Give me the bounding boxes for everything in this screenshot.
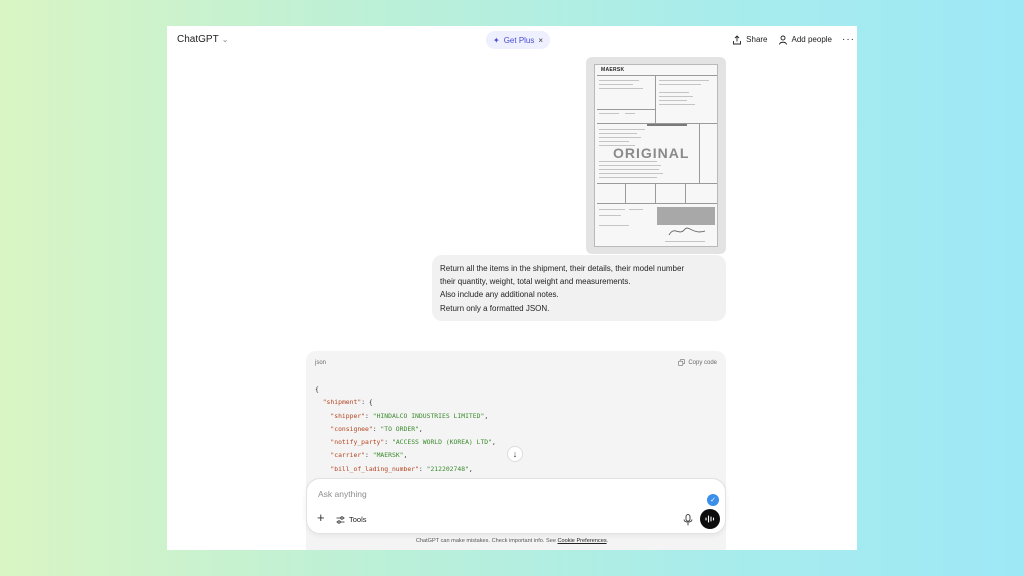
prompt-input[interactable] xyxy=(318,489,618,499)
bill-of-lading-scan: MAERSK ORIGINAL xyxy=(594,64,718,247)
original-watermark: ORIGINAL xyxy=(613,145,690,161)
share-icon xyxy=(733,34,742,44)
top-actions: Share Add people ··· xyxy=(732,34,857,45)
code-line: "bill_of_lading_number": "212202748", xyxy=(330,464,473,473)
maersk-logo: MAERSK xyxy=(601,67,625,73)
code-line: { xyxy=(315,385,319,393)
disclaimer: ChatGPT can make mistakes. Check importa… xyxy=(167,538,857,544)
share-label: Share xyxy=(746,35,768,44)
voice-icon xyxy=(705,515,715,523)
cookie-preferences-link[interactable]: Cookie Preferences xyxy=(557,538,606,544)
share-button[interactable]: Share xyxy=(732,34,768,45)
tools-icon xyxy=(336,515,345,524)
person-add-icon xyxy=(778,35,787,45)
disclaimer-suffix: . xyxy=(606,538,609,544)
code-language: json xyxy=(315,360,327,366)
user-message-line: their quantity, weight, total weight and… xyxy=(440,277,631,287)
scroll-to-bottom-button[interactable]: ↓ xyxy=(507,446,523,462)
get-plus-label: Get Plus xyxy=(503,35,535,45)
code-line: "shipper": "HINDALCO INDUSTRIES LIMITED"… xyxy=(330,411,489,420)
code-body: { "shipment": { "shipper": "HINDALCO IND… xyxy=(315,383,496,476)
add-people-button[interactable]: Add people xyxy=(778,35,832,45)
user-message-line: Also include any additional notes. xyxy=(440,290,559,300)
arrow-down-icon: ↓ xyxy=(512,449,518,459)
user-message-line: Return all the items in the shipment, th… xyxy=(440,264,685,273)
copy-icon xyxy=(678,359,686,366)
model-selector[interactable]: ChatGPT ⌄ xyxy=(177,34,228,45)
disclaimer-text: ChatGPT can make mistakes. Check importa… xyxy=(415,538,558,544)
attached-document-image[interactable]: MAERSK ORIGINAL xyxy=(586,57,726,254)
mic-icon[interactable] xyxy=(683,514,693,526)
check-icon: ✓ xyxy=(707,494,719,506)
tools-label: Tools xyxy=(349,515,367,524)
get-plus-button[interactable]: ✦ Get Plus × xyxy=(486,31,551,49)
chevron-down-icon: ⌄ xyxy=(221,35,229,44)
code-line: "shipment": { xyxy=(322,398,373,407)
add-people-label: Add people xyxy=(791,35,832,44)
top-bar: ChatGPT ⌄ ✦ Get Plus × Share Add people … xyxy=(167,26,857,54)
code-line: "notify_party": "ACCESS WORLD (KOREA) LT… xyxy=(330,438,496,447)
plus-icon[interactable]: + xyxy=(317,511,325,525)
copy-code-button[interactable]: Copy code xyxy=(678,359,717,366)
user-message: Return all the items in the shipment, th… xyxy=(432,255,726,321)
tools-button[interactable]: Tools xyxy=(336,515,367,524)
chat-window: ChatGPT ⌄ ✦ Get Plus × Share Add people … xyxy=(167,26,857,550)
close-icon[interactable]: × xyxy=(538,36,543,45)
copy-code-label: Copy code xyxy=(688,359,717,366)
code-header: json Copy code xyxy=(306,351,726,375)
user-message-line: Return only a formatted JSON. xyxy=(440,303,550,313)
voice-mode-button[interactable] xyxy=(700,509,720,529)
more-icon[interactable]: ··· xyxy=(842,34,855,45)
code-line: "consignee": "TO ORDER", xyxy=(330,424,423,433)
sparkle-icon: ✦ xyxy=(493,35,500,45)
model-name: ChatGPT xyxy=(177,34,219,45)
composer: ✓ + Tools xyxy=(306,478,726,534)
code-line: "carrier": "MAERSK", xyxy=(330,451,408,460)
